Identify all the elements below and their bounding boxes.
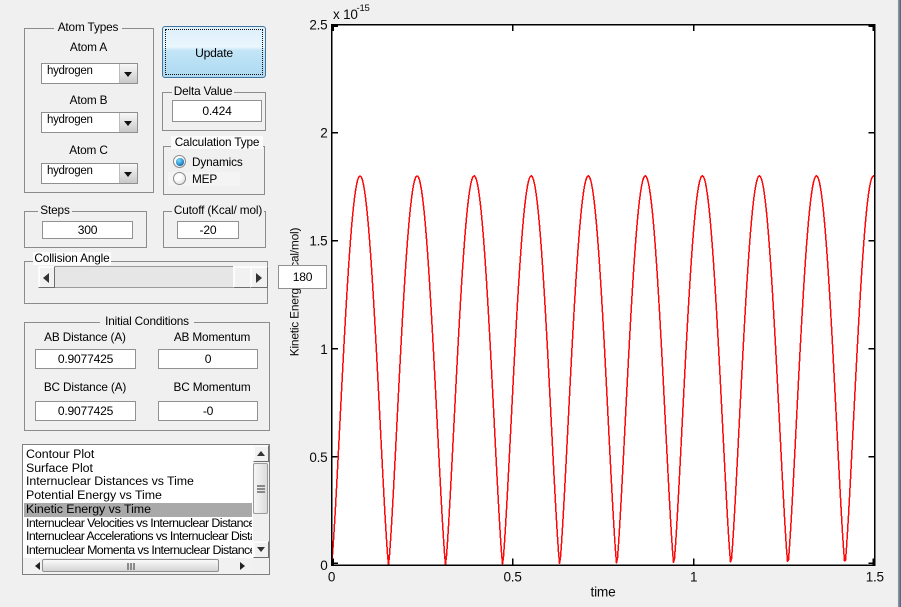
svg-text:0: 0 (328, 570, 335, 585)
svg-text:Kinetic Energy (Kcal/mol): Kinetic Energy (Kcal/mol) (288, 228, 302, 357)
svg-text:0.5: 0.5 (504, 570, 522, 585)
svg-text:2: 2 (320, 126, 327, 141)
svg-text:1: 1 (690, 570, 697, 585)
svg-text:2.5: 2.5 (309, 18, 327, 33)
svg-text:1.5: 1.5 (309, 234, 327, 249)
svg-text:time: time (590, 585, 615, 600)
svg-text:x 10: x 10 (333, 7, 358, 22)
svg-text:1: 1 (320, 342, 327, 357)
svg-text:1.5: 1.5 (866, 570, 884, 585)
svg-text:-15: -15 (357, 3, 370, 14)
svg-text:0.5: 0.5 (309, 450, 327, 465)
svg-text:0: 0 (320, 558, 327, 573)
